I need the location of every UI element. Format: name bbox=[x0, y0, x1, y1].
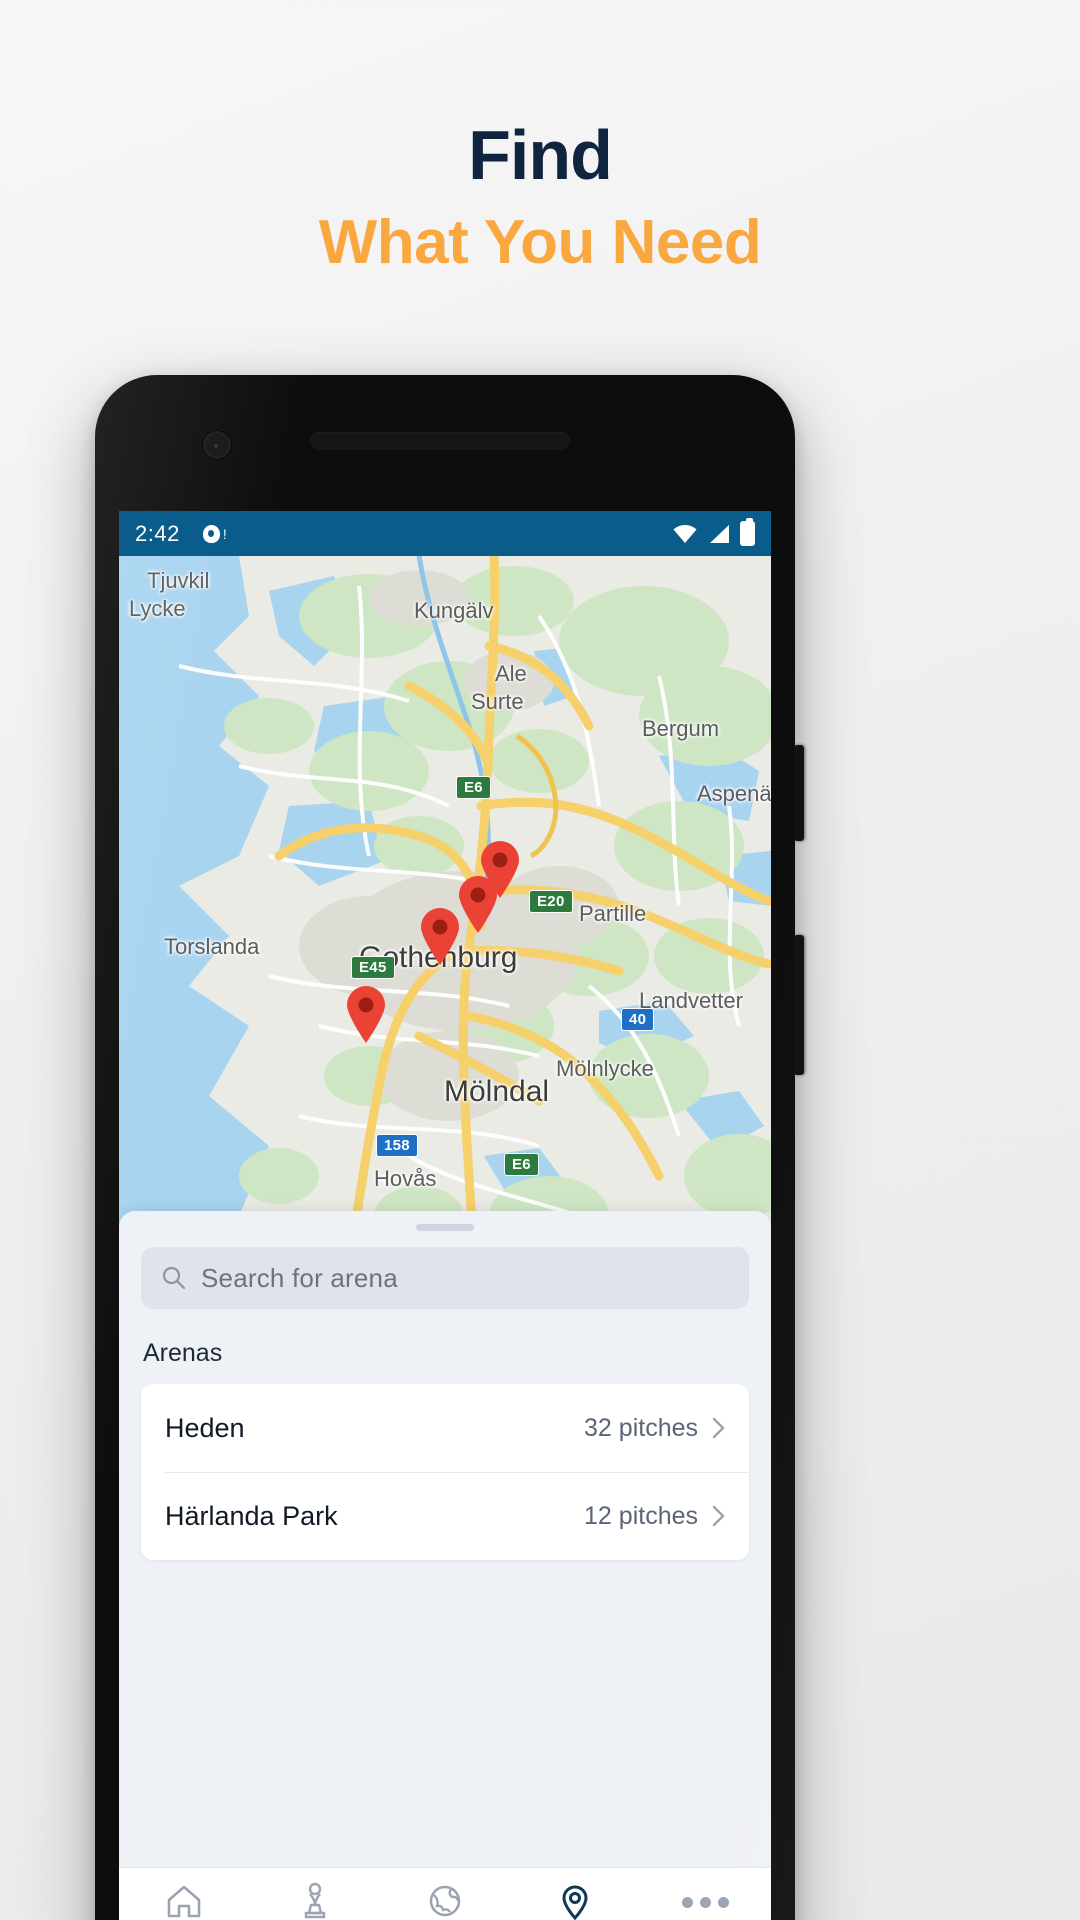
camera-notification-icon bbox=[200, 523, 222, 545]
tab-more[interactable]: More bbox=[641, 1881, 771, 1920]
map-label: Ale bbox=[495, 661, 527, 686]
table-row[interactable]: Härlanda Park 12 pitches bbox=[141, 1472, 749, 1560]
wifi-icon bbox=[673, 524, 697, 543]
map-label: Landvetter bbox=[639, 988, 743, 1013]
highway-shield: E20 bbox=[529, 890, 573, 913]
status-bar: 2:42 ! bbox=[119, 511, 771, 556]
map-label: Torslanda bbox=[164, 934, 260, 959]
battery-full-icon bbox=[740, 518, 755, 546]
map-label: Mölnlycke bbox=[556, 1056, 654, 1081]
map-pin[interactable] bbox=[345, 986, 387, 1044]
search-placeholder: Search for arena bbox=[201, 1262, 398, 1293]
tab-nations[interactable]: Nations bbox=[380, 1881, 510, 1920]
drag-handle[interactable] bbox=[416, 1224, 474, 1231]
tab-arenas[interactable]: Arenas bbox=[510, 1881, 640, 1920]
headline-line-2: What You Need bbox=[318, 207, 762, 277]
map-label: Tjuvkil bbox=[147, 568, 210, 593]
more-dots-icon bbox=[682, 1881, 730, 1920]
headline-line-1: Find bbox=[468, 116, 613, 194]
phone-screen: 2:42 ! Tjuvkil Lycke Kungälv Ale Surte B… bbox=[119, 511, 771, 1920]
promo-headline: Find What You Need bbox=[0, 116, 1080, 281]
map-label: Lycke bbox=[129, 596, 186, 621]
arena-pitch-count: 32 pitches bbox=[584, 1413, 698, 1442]
map-label: Partille bbox=[579, 901, 647, 926]
cell-signal-icon bbox=[710, 524, 729, 543]
map-label: Mölndal bbox=[444, 1075, 550, 1108]
status-bar-time: 2:42 bbox=[135, 520, 180, 546]
map-label: Bergum bbox=[642, 716, 720, 741]
highway-shield: E45 bbox=[351, 956, 395, 979]
search-input[interactable]: Search for arena bbox=[141, 1247, 749, 1309]
volume-button[interactable] bbox=[794, 745, 804, 841]
map-pin[interactable] bbox=[457, 876, 499, 934]
map-pin[interactable] bbox=[419, 908, 461, 966]
map-view[interactable]: Tjuvkil Lycke Kungälv Ale Surte Bergum Aspenäs… bbox=[119, 556, 771, 1256]
bottom-sheet: Search for arena Arenas Heden 32 pitches… bbox=[119, 1211, 771, 1920]
arena-name: Härlanda Park bbox=[165, 1500, 338, 1531]
arena-pitch-count: 12 pitches bbox=[584, 1501, 698, 1530]
highway-shield: 158 bbox=[376, 1134, 418, 1157]
tab-categories[interactable]: Categories bbox=[249, 1881, 379, 1920]
map-canvas bbox=[119, 556, 771, 1256]
front-camera-icon bbox=[203, 431, 231, 459]
map-label: Kungälv bbox=[414, 598, 494, 623]
phone-mockup: 2:42 ! Tjuvkil Lycke Kungälv Ale Surte B… bbox=[95, 375, 804, 1920]
power-button[interactable] bbox=[794, 935, 804, 1075]
table-row[interactable]: Heden 32 pitches bbox=[141, 1384, 749, 1472]
chevron-right-icon bbox=[712, 1505, 725, 1527]
highway-shield: E6 bbox=[456, 776, 491, 799]
chevron-right-icon bbox=[712, 1417, 725, 1439]
arena-name: Heden bbox=[165, 1412, 245, 1443]
earpiece-speaker bbox=[310, 432, 570, 450]
highway-shield: 40 bbox=[621, 1008, 655, 1031]
map-label: Surte bbox=[471, 689, 524, 714]
globe-icon bbox=[429, 1885, 461, 1917]
arena-list: Heden 32 pitches Härlanda Park 12 pitche… bbox=[141, 1384, 749, 1560]
map-label: Hovås bbox=[374, 1166, 437, 1191]
home-icon bbox=[167, 1885, 201, 1918]
tab-home[interactable]: Home bbox=[119, 1881, 249, 1920]
section-title-arenas: Arenas bbox=[143, 1339, 223, 1367]
bottom-navigation: Home Categories bbox=[119, 1867, 771, 1920]
trophy-icon bbox=[304, 1882, 325, 1919]
map-label: Aspenäs bbox=[697, 781, 771, 806]
notification-badge: ! bbox=[222, 525, 227, 542]
search-icon bbox=[162, 1266, 186, 1290]
location-pin-icon bbox=[562, 1885, 588, 1920]
highway-shield: E6 bbox=[504, 1153, 539, 1176]
